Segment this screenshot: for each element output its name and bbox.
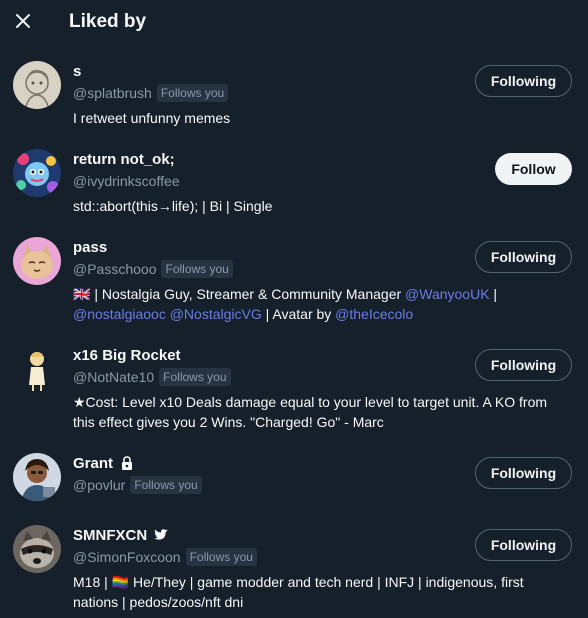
close-button[interactable]: [12, 10, 34, 32]
user-bio: M18 | 🏳️‍🌈 He/They | game modder and tec…: [73, 574, 524, 610]
user-bio: std::abort(this→life); | Bi | Single: [73, 198, 273, 214]
avatar[interactable]: [13, 453, 61, 501]
following-button[interactable]: Following: [475, 529, 572, 561]
user-row[interactable]: pass @Passchooo Follows you 🇬🇧 | Nostalg…: [0, 235, 588, 335]
user-row[interactable]: x16 Big Rocket @NotNate10 Follows you ★C…: [0, 343, 588, 443]
user-row[interactable]: SMNFXCN @SimonFoxcoon Follows you M18 | …: [0, 523, 588, 618]
bio-text: 🇬🇧 | Nostalgia Guy, Streamer & Community…: [73, 286, 406, 302]
user-handle[interactable]: @splatbrush: [73, 85, 152, 101]
bio-text: | Avatar by: [261, 306, 336, 322]
follows-you-badge: Follows you: [130, 476, 202, 494]
user-bio: ★Cost: Level x10 Deals damage equal to y…: [73, 394, 548, 430]
mention-link[interactable]: @WanyooUK: [405, 286, 490, 302]
user-name[interactable]: x16 Big Rocket: [73, 347, 181, 364]
user-name[interactable]: return not_ok;: [73, 151, 175, 168]
follows-you-badge: Follows you: [161, 260, 233, 278]
user-handle[interactable]: @povlur: [73, 477, 125, 493]
follows-you-badge: Follows you: [185, 548, 257, 566]
follows-you-badge: Follows you: [159, 368, 231, 386]
mention-link[interactable]: @NostalgicVG: [170, 306, 262, 322]
page-title: Liked by: [69, 11, 147, 32]
follows-you-badge: Follows you: [156, 84, 229, 102]
bio-text: |: [489, 286, 498, 302]
avatar[interactable]: [13, 149, 61, 197]
header: Liked by: [0, 0, 588, 44]
close-icon: [16, 14, 30, 28]
user-name[interactable]: SMNFXCN: [73, 527, 147, 544]
user-row[interactable]: s @splatbrush Follows you I retweet unfu…: [0, 59, 588, 139]
user-bio: I retweet unfunny memes: [73, 110, 231, 126]
following-button[interactable]: Following: [475, 349, 572, 381]
user-bio: 🇬🇧 | Nostalgia Guy, Streamer & Community…: [73, 284, 563, 324]
bird-icon: [154, 529, 169, 540]
user-handle[interactable]: @ivydrinkscoffee: [73, 173, 180, 189]
following-button[interactable]: Following: [475, 457, 572, 489]
avatar[interactable]: [13, 525, 61, 573]
avatar[interactable]: [13, 61, 61, 109]
user-handle[interactable]: @SimonFoxcoon: [73, 549, 181, 565]
user-row[interactable]: Grant @povlur Follows you Following: [0, 451, 588, 515]
user-row[interactable]: return not_ok; @ivydrinkscoffee std::abo…: [0, 147, 588, 227]
mention-link[interactable]: @nostalgiaooc: [73, 306, 166, 322]
user-name[interactable]: s: [73, 63, 81, 80]
follow-button[interactable]: Follow: [495, 153, 572, 185]
following-button[interactable]: Following: [475, 241, 572, 273]
user-name[interactable]: pass: [73, 239, 107, 256]
lock-icon: [122, 456, 133, 470]
avatar[interactable]: [13, 237, 61, 285]
user-name[interactable]: Grant: [73, 455, 113, 472]
user-handle[interactable]: @NotNate10: [73, 369, 154, 385]
avatar[interactable]: [13, 345, 61, 393]
mention-link[interactable]: @theIcecolo: [335, 306, 413, 322]
following-button[interactable]: Following: [475, 65, 572, 97]
user-handle[interactable]: @Passchooo: [73, 261, 156, 277]
